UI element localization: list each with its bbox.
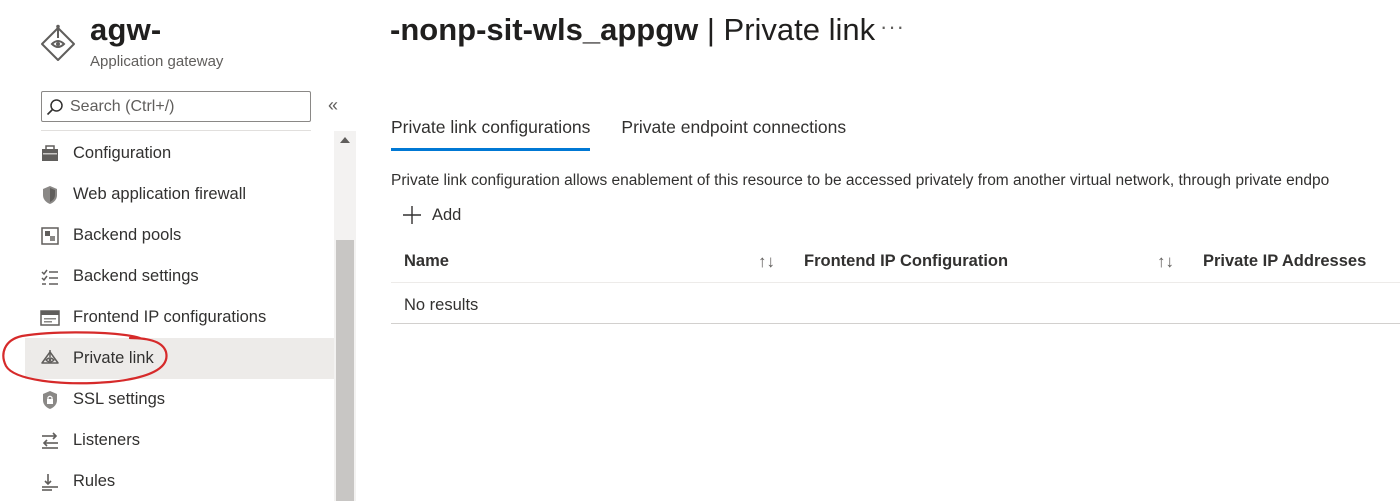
sidebar-item-label: Backend pools (73, 226, 182, 244)
tab-private-endpoint-connections[interactable]: Private endpoint connections (621, 117, 846, 151)
private-link-icon (40, 349, 60, 369)
sidebar-item-backend-settings[interactable]: Backend settings (25, 256, 334, 297)
sidebar-item-label: Web application firewall (73, 185, 247, 203)
add-button-label: Add (432, 205, 462, 224)
backend-pools-icon (40, 226, 60, 246)
sidebar-nav: Configuration Web application firewall B… (25, 133, 334, 501)
listeners-icon (40, 431, 60, 451)
resource-type: Application gateway (90, 53, 224, 70)
sidebar-item-label: Configuration (73, 144, 172, 162)
table-row: No results (391, 284, 1400, 324)
sidebar-item-label: Listeners (73, 431, 140, 449)
page-title: -nonp-sit-wls_appgw | Private link (390, 12, 875, 48)
column-header-private-ip-addresses[interactable]: Private IP Addresses (1203, 252, 1366, 271)
shield-icon (40, 185, 60, 205)
search-input[interactable] (70, 97, 300, 116)
resource-name: agw- (90, 12, 162, 47)
sort-icon[interactable]: ↑↓ (758, 252, 775, 272)
add-button[interactable]: Add (402, 205, 461, 225)
sidebar-item-label: Frontend IP configurations (73, 308, 267, 326)
sidebar-item-web-application-firewall[interactable]: Web application firewall (25, 174, 334, 215)
backend-settings-icon (40, 267, 60, 287)
configuration-icon (40, 144, 60, 164)
sidebar-item-listeners[interactable]: Listeners (25, 420, 334, 461)
sidebar-item-label: Private link (73, 349, 154, 367)
empty-state-text: No results (404, 296, 479, 314)
resource-name-suffix: -nonp-sit-wls_appgw (390, 12, 699, 47)
column-header-frontend-ip-configuration[interactable]: Frontend IP Configuration (804, 252, 1008, 271)
sort-icon[interactable]: ↑↓ (1157, 252, 1174, 272)
plus-icon (403, 206, 421, 224)
sidebar-item-label: Backend settings (73, 267, 199, 285)
search-icon (46, 98, 63, 115)
collapse-sidebar-button[interactable]: « (328, 95, 338, 116)
frontend-ip-icon (40, 308, 60, 328)
description-text: Private link configuration allows enable… (391, 172, 1330, 189)
rules-icon (40, 472, 60, 492)
search-box[interactable] (41, 91, 311, 122)
application-gateway-icon (41, 24, 75, 61)
sidebar-scrollbar[interactable] (334, 131, 356, 501)
sidebar-item-private-link[interactable]: Private link (25, 338, 334, 379)
sidebar-item-configuration[interactable]: Configuration (25, 133, 334, 174)
sidebar-item-backend-pools[interactable]: Backend pools (25, 215, 334, 256)
more-options-button[interactable]: ··· (880, 14, 905, 40)
sidebar-item-frontend-ip-configurations[interactable]: Frontend IP configurations (25, 297, 334, 338)
sidebar-item-ssl-settings[interactable]: SSL settings (25, 379, 334, 420)
tab-bar: Private link configurations Private endp… (391, 117, 877, 151)
page-header: agw- Application gateway -nonp-sit-wls_a… (0, 0, 1400, 90)
column-header-name[interactable]: Name (404, 252, 449, 271)
tab-private-link-configurations[interactable]: Private link configurations (391, 117, 591, 151)
sidebar-item-label: SSL settings (73, 390, 166, 408)
sidebar-divider (41, 130, 311, 131)
scrollbar-thumb[interactable] (336, 240, 354, 501)
grid-header: Name ↑↓ Frontend IP Configuration ↑↓ Pri… (391, 240, 1400, 283)
scroll-up-arrow-icon[interactable] (340, 137, 350, 143)
ssl-shield-icon (40, 390, 60, 410)
sidebar-item-label: Rules (73, 472, 116, 490)
page-name: | Private link (698, 12, 876, 47)
sidebar-item-rules[interactable]: Rules (25, 461, 334, 501)
